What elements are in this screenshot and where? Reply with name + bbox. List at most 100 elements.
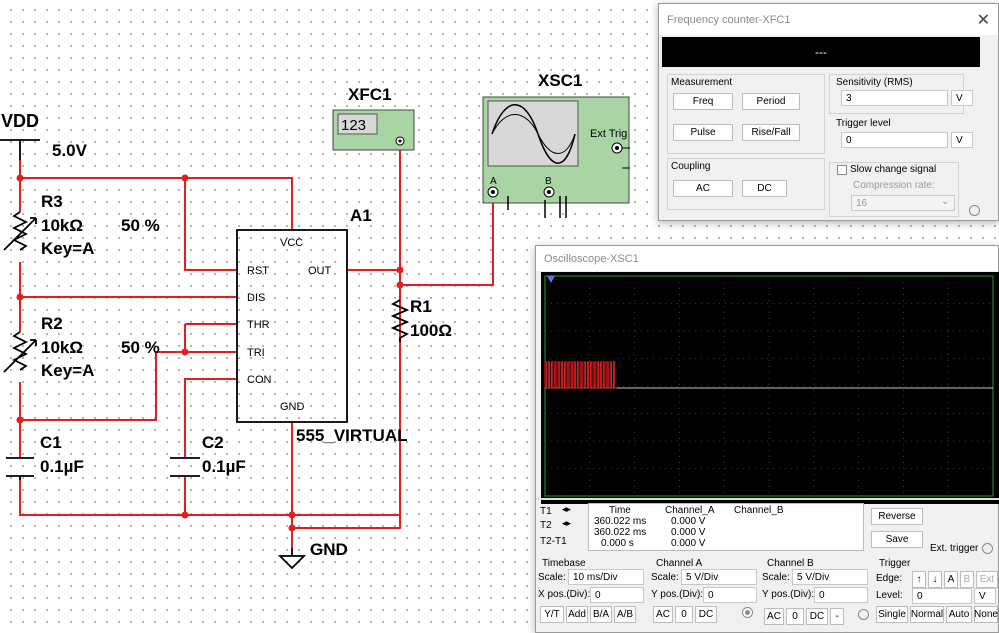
pin-gnd: GND (280, 401, 305, 413)
xsc1-channel-b: B (545, 176, 552, 187)
slow-change-checkbox[interactable] (837, 165, 847, 175)
t1-arrows-icon[interactable]: ◂▸ (562, 504, 571, 515)
timebase-label: Timebase (542, 558, 586, 569)
mode-ab-button[interactable]: A/B (614, 606, 636, 623)
level-unit[interactable]: V (974, 588, 996, 604)
cha-dc-button[interactable]: DC (695, 606, 717, 623)
trigger-single-button[interactable]: Single (876, 606, 908, 623)
mode-ba-button[interactable]: B/A (590, 606, 612, 623)
r2-resistor (3, 331, 37, 373)
chb-ypos-input[interactable]: 0 (814, 587, 868, 603)
xsc1-instrument (482, 96, 630, 218)
pin-vcc: VCC (280, 237, 303, 249)
reverse-button[interactable]: Reverse (871, 508, 923, 525)
trigger-level-label: Trigger level (836, 118, 891, 129)
chb-ac-button[interactable]: AC (764, 608, 784, 625)
mode-yt-button[interactable]: Y/T (540, 606, 564, 623)
r3-key: Key=A (41, 239, 95, 258)
falling-edge-icon[interactable]: ↓ (928, 571, 942, 588)
r1-value: 100Ω (410, 321, 452, 340)
rising-edge-icon[interactable]: ↑ (912, 571, 926, 588)
rise-fall-button[interactable]: Rise/Fall (742, 124, 800, 141)
pulse-button[interactable]: Pulse (673, 124, 733, 141)
ext-trigger-label: Ext. trigger (930, 543, 979, 554)
chb-ypos-label: Y pos.(Div): (762, 589, 815, 600)
coupling-dc-button[interactable]: DC (742, 180, 787, 197)
cha-scale-input[interactable]: 5 V/Div (681, 569, 757, 585)
t1-label: T1 (540, 506, 552, 517)
xsc1-name: XSC1 (538, 71, 583, 90)
cha-ypos-label: Y pos.(Div): (651, 589, 704, 600)
sensitivity-input[interactable]: 3 (841, 90, 948, 106)
t1-cha: 0.000 V (671, 516, 706, 527)
sensitivity-unit[interactable]: V (951, 90, 973, 106)
ext-trigger-terminal[interactable] (982, 543, 993, 554)
timebase-scale-label: Scale: (538, 572, 566, 583)
freq-display: --- (662, 37, 980, 67)
cursor-labels: T1 ◂▸ T2 ◂▸ T2-T1 (538, 504, 588, 552)
chb-zero-button[interactable]: 0 (786, 608, 804, 625)
channel-a-label: Channel A (656, 558, 703, 569)
close-icon[interactable]: ✕ (977, 10, 990, 30)
xpos-input[interactable]: 0 (590, 587, 644, 603)
scope-border (544, 275, 994, 497)
measurement-label: Measurement (671, 77, 733, 88)
divider (536, 498, 999, 500)
t2-t1-label: T2-T1 (540, 536, 567, 547)
r2-value: 10kΩ (41, 338, 83, 357)
chb-dc-button[interactable]: DC (806, 608, 828, 625)
a1-name: A1 (350, 206, 372, 225)
trigger-a-button[interactable]: A (944, 571, 958, 588)
trigger-ext-button[interactable]: Ext (976, 571, 998, 588)
frequency-counter-window[interactable]: Frequency counter-XFC1 ✕ --- Measurement … (658, 3, 999, 221)
trigger-b-button[interactable]: B (960, 571, 974, 588)
a1-part: 555_VIRTUAL (296, 426, 408, 445)
xfc1-display: 123 (341, 117, 366, 134)
oscilloscope-titlebar[interactable]: Oscilloscope-XSC1 (536, 246, 998, 271)
chb-terminal-icon[interactable] (858, 609, 869, 620)
oscilloscope-title: Oscilloscope-XSC1 (544, 252, 639, 265)
freq-counter-titlebar[interactable]: Frequency counter-XFC1 ✕ (659, 4, 998, 35)
t2-label: T2 (540, 520, 552, 531)
trigger-none-button[interactable]: None (974, 606, 998, 623)
trigger-normal-button[interactable]: Normal (910, 606, 944, 623)
cha-zero-button[interactable]: 0 (675, 606, 693, 623)
r2-key: Key=A (41, 361, 95, 380)
cha-ac-button[interactable]: AC (653, 606, 673, 623)
chb-scale-label: Scale: (762, 572, 790, 583)
timebase-scale-input[interactable]: 10 ms/Div (568, 569, 644, 585)
oscilloscope-screen[interactable] (541, 272, 999, 504)
cursor-t1-marker (547, 276, 555, 283)
channel-b-label: Channel B (767, 558, 814, 569)
trigger-level-input[interactable]: 0 (841, 132, 948, 148)
readout-time-header: Time (609, 505, 631, 516)
t2-cha: 0.000 V (671, 527, 706, 538)
level-label: Level: (876, 590, 903, 601)
period-button[interactable]: Period (742, 93, 800, 110)
coupling-ac-button[interactable]: AC (673, 180, 733, 197)
trigger-auto-button[interactable]: Auto (946, 606, 972, 623)
level-input[interactable]: 0 (912, 588, 972, 604)
vdd-voltage: 5.0V (52, 141, 87, 160)
cha-terminal-icon[interactable] (742, 607, 753, 618)
readout-cha-header: Channel_A (665, 505, 715, 516)
chevron-down-icon: ⌄ (941, 196, 950, 207)
channel-a-trace (544, 361, 617, 389)
cha-ypos-input[interactable]: 0 (703, 587, 757, 603)
compression-select[interactable]: 16 (851, 195, 955, 211)
r3-value: 10kΩ (41, 216, 83, 235)
t2-arrows-icon[interactable]: ◂▸ (562, 518, 571, 529)
cha-scale-label: Scale: (651, 572, 679, 583)
r3-resistor (3, 211, 37, 251)
r2-name: R2 (41, 314, 63, 333)
trigger-level-unit[interactable]: V (951, 132, 973, 148)
help-icon[interactable] (969, 205, 980, 216)
freq-counter-title: Frequency counter-XFC1 (667, 13, 791, 26)
oscilloscope-window[interactable]: Oscilloscope-XSC1 T1 ◂▸ T2 ◂▸ T2-T1 Time… (535, 245, 999, 633)
freq-button[interactable]: Freq (673, 93, 733, 110)
pin-tri: TRI (247, 347, 265, 359)
save-button[interactable]: Save (871, 531, 923, 548)
mode-add-button[interactable]: Add (566, 606, 588, 623)
chb-minus-button[interactable]: - (830, 608, 844, 625)
chb-scale-input[interactable]: 5 V/Div (792, 569, 868, 585)
